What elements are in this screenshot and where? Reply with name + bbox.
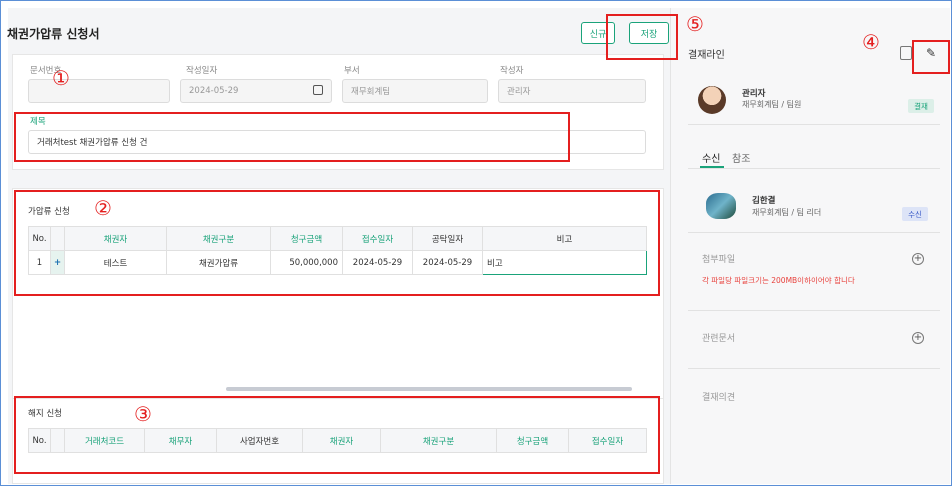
- author-label: 작성자: [500, 66, 524, 76]
- annotation-marker-5: ⑤: [686, 12, 704, 36]
- annotation-box-5: [606, 14, 678, 60]
- annotation-marker-1: ①: [52, 66, 70, 90]
- attachment-note: 각 파일당 파일크기는 200MB이하이어야 합니다: [702, 276, 855, 285]
- add-related-icon[interactable]: +: [912, 332, 924, 344]
- tab-receive[interactable]: 수신: [702, 150, 720, 165]
- add-attachment-icon[interactable]: +: [912, 253, 924, 265]
- attachment-title: 첨부파일: [702, 255, 736, 265]
- related-title: 관련문서: [702, 334, 736, 344]
- divider: [688, 168, 940, 169]
- receiver-dept: 재무회계팀 / 팀 리더: [752, 208, 822, 217]
- divider: [688, 368, 940, 369]
- annotation-box-4: [912, 40, 950, 74]
- receive-badge: 수신: [902, 207, 928, 221]
- annotation-box-1: [14, 112, 570, 162]
- approval-title: 결재라인: [688, 50, 725, 61]
- doc-no-field: [28, 79, 170, 103]
- author-field: 관리자: [498, 79, 646, 103]
- horizontal-scrollbar[interactable]: [226, 387, 632, 391]
- tab-reference[interactable]: 참조: [732, 150, 750, 165]
- avatar: [706, 193, 736, 219]
- page-title: 채권가압류 신청서: [7, 27, 100, 41]
- divider: [688, 310, 940, 311]
- approver-dept: 재무회계팀 / 팀원: [742, 100, 802, 109]
- dept-value: 재무회계팀: [351, 87, 391, 97]
- approve-badge: 결재: [908, 99, 934, 113]
- annotation-marker-4: ④: [862, 30, 880, 54]
- date-field[interactable]: 2024-05-29: [180, 79, 332, 103]
- author-value: 관리자: [507, 87, 531, 97]
- receiver-name: 김한결: [752, 196, 776, 206]
- calendar-icon[interactable]: [313, 85, 323, 95]
- date-value: 2024-05-29: [189, 86, 239, 96]
- date-label: 작성일자: [186, 66, 218, 76]
- dept-field: 재무회계팀: [342, 79, 488, 103]
- approver-name: 관리자: [742, 89, 766, 99]
- approval-panel: [670, 8, 950, 484]
- annotation-marker-3: ③: [134, 402, 152, 426]
- copy-icon[interactable]: [900, 46, 912, 60]
- divider: [688, 232, 940, 233]
- opinion-title: 결재의견: [702, 393, 736, 403]
- dept-label: 부서: [344, 66, 360, 76]
- annotation-box-3: [14, 396, 660, 474]
- annotation-marker-2: ②: [94, 196, 112, 220]
- divider: [688, 124, 940, 125]
- avatar: [698, 86, 726, 114]
